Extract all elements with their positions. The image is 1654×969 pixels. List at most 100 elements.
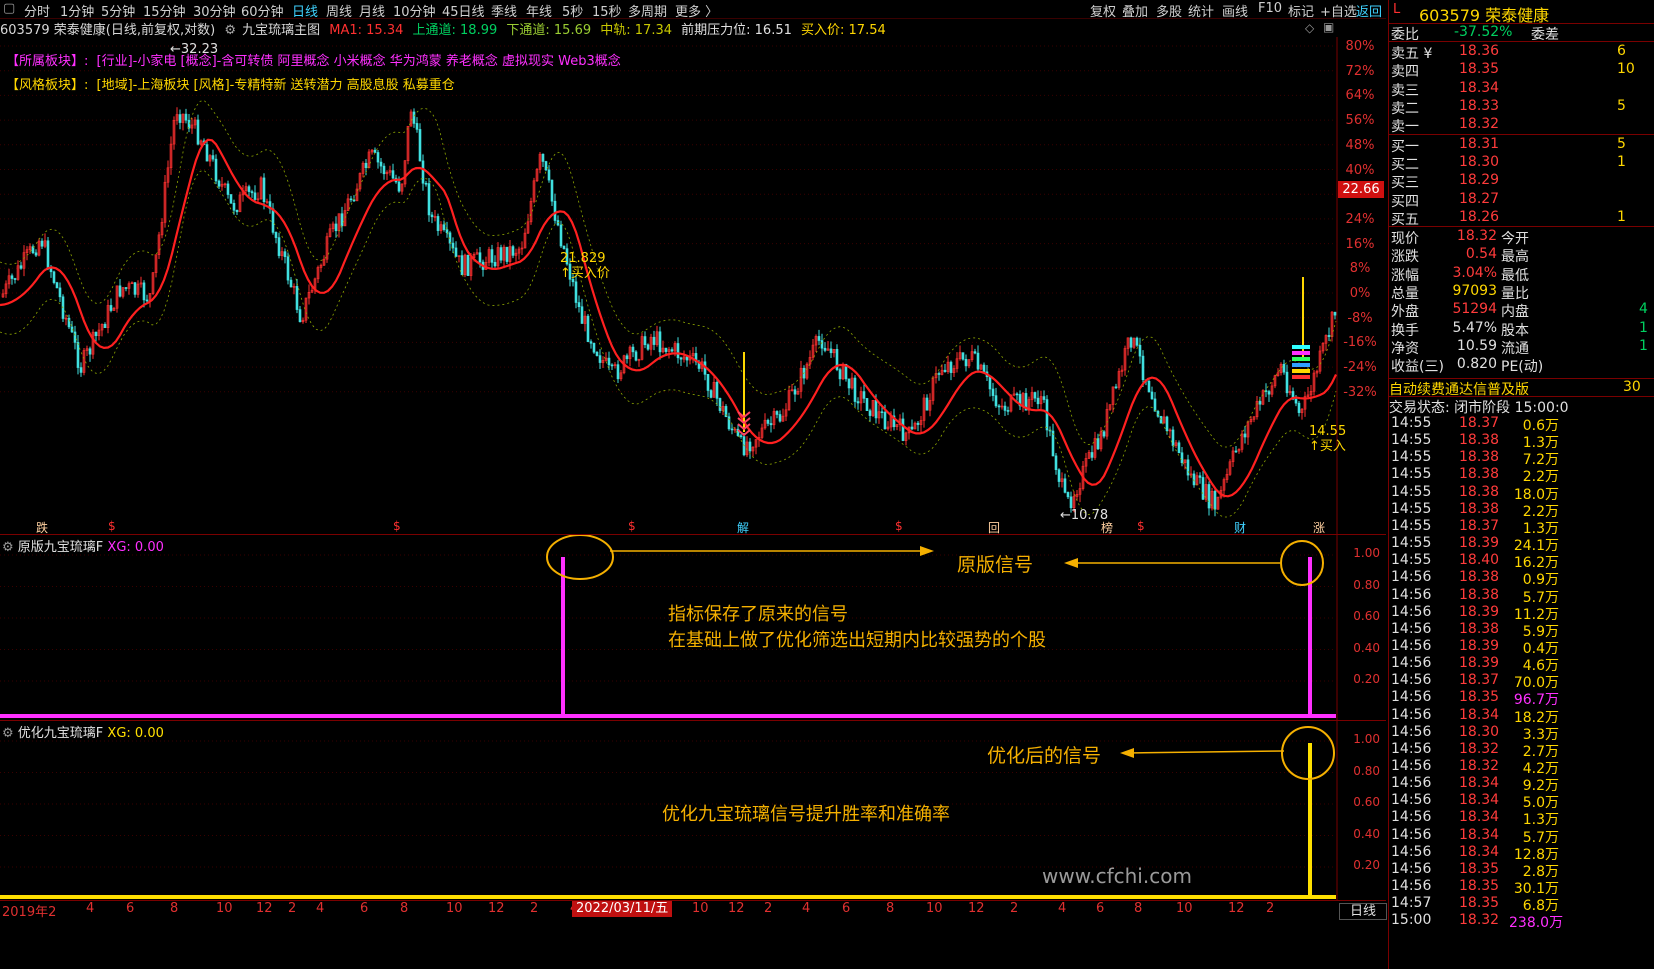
tick-price: 18.35: [1459, 878, 1500, 895]
belong-board-label: 【所属板块】:: [6, 54, 89, 69]
candle-body: [391, 170, 395, 179]
period-tab-13[interactable]: 5秒: [562, 1, 583, 20]
event-mark-5[interactable]: $: [895, 519, 903, 533]
promo-number: 30: [1623, 379, 1641, 395]
period-tab-16[interactable]: 更多 〉: [675, 1, 718, 20]
mid-band-value: 中轨: 17.34: [600, 23, 672, 38]
event-mark-2[interactable]: $: [393, 519, 401, 533]
toolbar-button-4[interactable]: 画线: [1222, 1, 1248, 20]
window-icon[interactable]: ▣: [1323, 20, 1334, 34]
candle-body: [607, 357, 611, 366]
bid-row: 买四 18.27: [1389, 191, 1654, 210]
candle-body: [1153, 398, 1157, 412]
diamond-icon[interactable]: ◇: [1305, 21, 1314, 35]
date-axis: 2019年24681012246810122468101224681012246…: [0, 901, 1386, 920]
style-board-value: [地域]-上海板块 [风格]-专精特新 送转潜力 高股息股 私募重仓: [96, 78, 455, 93]
tick-time: 14:56: [1391, 775, 1432, 792]
tick-row: 14:56 18.30 3.3万: [1389, 724, 1654, 743]
candle-body: [1042, 396, 1046, 400]
period-tab-5[interactable]: 60分钟: [241, 1, 284, 20]
buy-marker-1-value: 21.829: [560, 251, 606, 266]
candle-body: [1006, 410, 1010, 412]
candle-body: [937, 373, 941, 375]
candle-body: [490, 249, 494, 263]
toolbar-button-8[interactable]: 返回: [1356, 1, 1382, 20]
pct-tick: 64%: [1345, 88, 1375, 104]
event-mark-3[interactable]: $: [628, 519, 636, 533]
candle-body: [1114, 386, 1118, 389]
indicator-name[interactable]: 九宝琉璃主图: [242, 23, 320, 38]
candle-body: [298, 309, 302, 323]
date-tick: 2: [530, 901, 539, 916]
period-tab-8[interactable]: 月线: [359, 1, 385, 20]
candle-body: [436, 216, 440, 231]
candle-body: [271, 208, 275, 233]
period-tab-1[interactable]: 1分钟: [60, 1, 94, 20]
candle-body: [46, 240, 50, 269]
toolbar-button-6[interactable]: 标记: [1288, 1, 1314, 20]
arrow-right-icon: [920, 546, 934, 556]
period-tab-12[interactable]: 年线: [526, 1, 552, 20]
toolbar-button-0[interactable]: 复权: [1090, 1, 1116, 20]
period-tab-11[interactable]: 季线: [491, 1, 517, 20]
period-tab-14[interactable]: 15秒: [592, 1, 622, 20]
original-signal-baseline: [0, 714, 1336, 718]
toolbar-button-3[interactable]: 统计: [1188, 1, 1214, 20]
period-tab-15[interactable]: 多周期: [628, 1, 667, 20]
candle-body: [76, 342, 80, 368]
tick-time: 14:55: [1391, 500, 1432, 517]
period-tab-3[interactable]: 15分钟: [143, 1, 186, 20]
toolbar-button-7[interactable]: +自选: [1320, 1, 1357, 20]
period-tab-0[interactable]: 分时: [24, 1, 50, 20]
date-tick: 8: [170, 901, 179, 916]
candle-body: [589, 341, 593, 344]
tick-price: 18.38: [1459, 449, 1500, 466]
bid-row: 买五 18.26 1: [1389, 208, 1654, 228]
candle-body: [676, 343, 680, 359]
tick-row: 14:56 18.34 5.7万: [1389, 827, 1654, 846]
stat-label: 流通: [1501, 340, 1529, 357]
toolbar-button-5[interactable]: F10: [1258, 1, 1282, 16]
tick-price: 18.39: [1459, 637, 1500, 654]
ask-price: 18.33: [1459, 97, 1500, 114]
pct-tick: -32%: [1343, 384, 1377, 400]
event-mark-8[interactable]: $: [1137, 519, 1145, 533]
candle-body: [1141, 355, 1145, 381]
candle-body: [562, 245, 566, 249]
candle-body: [460, 255, 464, 276]
ask-label: 卖四: [1391, 64, 1419, 81]
period-tab-7[interactable]: 周线: [326, 1, 352, 20]
panel-ytick: 0.80: [1353, 763, 1380, 778]
toolbar-square-icon[interactable]: ▢: [3, 1, 15, 16]
candle-body: [997, 405, 1001, 408]
candle-body: [10, 275, 14, 279]
indicator-gear-icon[interactable]: ⚙: [224, 23, 236, 38]
bid-price: 18.26: [1459, 208, 1500, 225]
event-mark-1[interactable]: $: [108, 519, 116, 533]
tick-price: 18.32: [1459, 758, 1500, 774]
tick-row: 14:55 18.38 1.3万: [1389, 432, 1654, 451]
candle-body: [706, 374, 710, 391]
toolbar-button-1[interactable]: 叠加: [1122, 1, 1148, 20]
stat-row: 换手 5.47% 股本 1: [1389, 320, 1654, 339]
stat-label: 最低: [1501, 267, 1529, 284]
stat-value: 0.54: [1465, 246, 1497, 263]
period-label[interactable]: 日线: [1339, 903, 1387, 920]
period-tab-9[interactable]: 10分钟: [393, 1, 436, 20]
candle-body: [1258, 401, 1262, 405]
period-tab-2[interactable]: 5分钟: [101, 1, 135, 20]
tick-price: 18.34: [1459, 843, 1500, 860]
bid-label: 买二: [1391, 157, 1419, 174]
candle-body: [226, 183, 230, 195]
candle-body: [865, 398, 869, 411]
optimized-note: 优化九宝琉璃信号提升胜率和准确率: [662, 804, 950, 825]
stock-title[interactable]: 603579 荣泰健康(日线,前复权,对数): [0, 23, 215, 38]
toolbar-button-2[interactable]: 多股: [1156, 1, 1182, 20]
candle-body: [13, 278, 17, 280]
period-tab-6[interactable]: 日线: [292, 1, 318, 20]
period-tab-10[interactable]: 45日线: [442, 1, 485, 20]
candlestick-chart[interactable]: [0, 37, 1386, 535]
period-tab-4[interactable]: 30分钟: [193, 1, 236, 20]
promo-row[interactable]: 自动续费通达信普及版 30: [1389, 378, 1654, 398]
tick-row: 14:56 18.34 18.2万: [1389, 707, 1654, 726]
